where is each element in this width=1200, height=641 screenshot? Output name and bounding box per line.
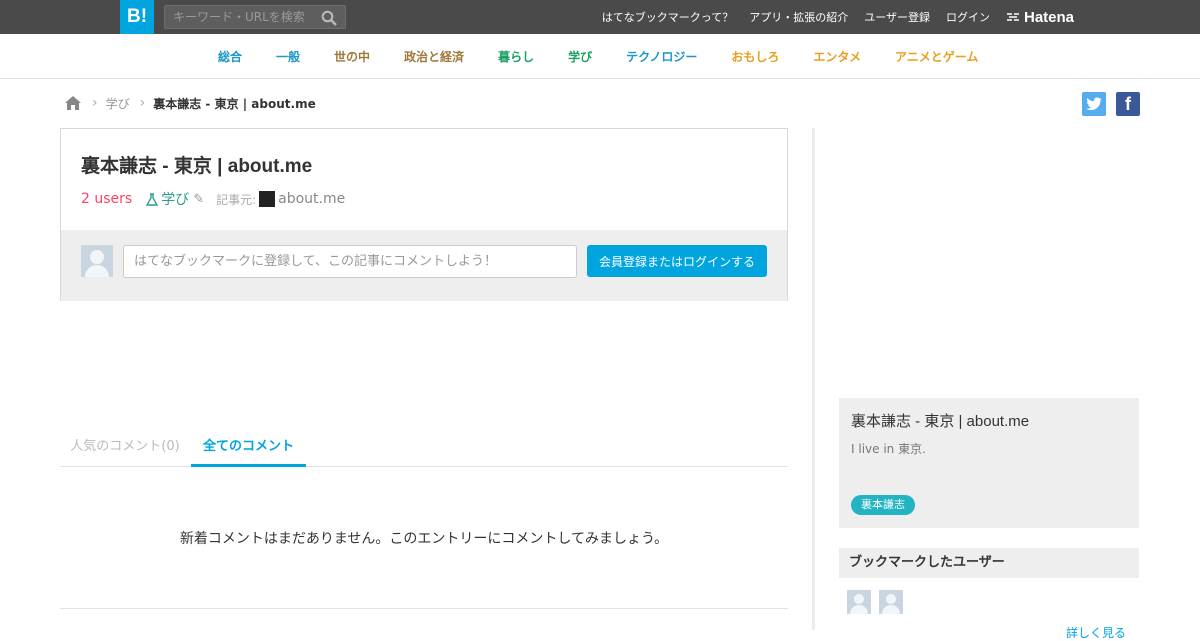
category-link[interactable]: 政治と経済: [404, 48, 464, 65]
category-link[interactable]: エンタメ: [813, 48, 861, 65]
top-bar: B! はてなブックマークって？ アプリ・拡張の紹介 ユーザー登録 ログイン Ha…: [0, 0, 1200, 34]
search-input[interactable]: [165, 6, 315, 28]
home-icon[interactable]: [64, 94, 82, 112]
flask-icon: [146, 192, 159, 206]
source-favicon: [259, 191, 276, 207]
category-nav: 総合 一般 世の中 政治と経済 暮らし 学び テクノロジー おもしろ エンタメ アニメとゲーム: [0, 34, 1200, 79]
comment-area: 会員登録またはログインする: [61, 230, 787, 301]
avatar: [81, 245, 113, 277]
no-comments-message: 新着コメントはまだありません。このエントリーにコメントしてみましょう。: [179, 531, 669, 547]
category-link[interactable]: テクノロジー: [626, 48, 697, 65]
login-link[interactable]: ログイン: [946, 9, 990, 25]
apps-link[interactable]: アプリ・拡張の紹介: [749, 9, 848, 25]
user-avatar[interactable]: [847, 590, 871, 614]
category-link[interactable]: 暮らし: [498, 48, 534, 65]
summary-title[interactable]: 裏本謙志 - 東京 | about.me: [851, 410, 1029, 431]
hatena-mark-icon: [1007, 13, 1019, 21]
about-link[interactable]: はてなブックマークって？: [602, 9, 733, 25]
keyword-tag[interactable]: 裏本謙志: [851, 495, 915, 515]
chevron-right-icon: ›: [92, 95, 98, 111]
chevron-right-icon: ›: [139, 95, 146, 111]
summary-description: I live in 東京.: [851, 442, 926, 456]
bookmarked-users-header: ブックマークしたユーザー: [839, 548, 1139, 578]
category-link[interactable]: 世の中: [334, 48, 370, 65]
top-links: はてなブックマークって？ アプリ・拡張の紹介 ユーザー登録 ログイン: [602, 0, 990, 34]
twitter-share-button[interactable]: [1082, 92, 1106, 116]
signup-link[interactable]: ユーザー登録: [864, 9, 930, 25]
tab-all-comments[interactable]: 全てのコメント: [191, 428, 306, 467]
search-box: [164, 5, 346, 29]
search-icon[interactable]: [321, 10, 337, 26]
source-link[interactable]: about.me: [278, 191, 345, 207]
category-link[interactable]: 学び: [568, 48, 592, 65]
bookmarked-users-list: [847, 590, 903, 614]
hatena-brand[interactable]: Hatena: [1006, 7, 1074, 27]
comment-input[interactable]: [123, 245, 577, 278]
entry-card: 裏本謙志 - 東京 | about.me 2 users 学び ✎ 記事元: a…: [60, 128, 788, 301]
category-link[interactable]: おもしろ: [731, 48, 779, 65]
user-avatar[interactable]: [879, 590, 903, 614]
entry-category[interactable]: 学び: [146, 189, 189, 209]
hatena-brand-text: Hatena: [1024, 8, 1075, 26]
bookmark-users-count[interactable]: 2 users: [81, 191, 132, 207]
see-more-link[interactable]: 詳しく見る: [1066, 624, 1126, 641]
signup-login-button[interactable]: 会員登録またはログインする: [587, 245, 767, 277]
category-link[interactable]: 一般: [276, 48, 300, 65]
facebook-share-button[interactable]: f: [1116, 92, 1140, 116]
divider: [60, 608, 788, 609]
entry-category-label: 学び: [161, 192, 190, 208]
edit-pencil-icon[interactable]: ✎: [193, 192, 204, 207]
entry-summary-card: 裏本謙志 - 東京 | about.me I live in 東京. 裏本謙志: [839, 398, 1139, 528]
breadcrumb-category[interactable]: 学び: [106, 95, 130, 112]
facebook-icon: f: [1125, 94, 1131, 114]
category-link[interactable]: アニメとゲーム: [895, 48, 978, 65]
breadcrumb-current: 裏本謙志 - 東京 | about.me: [153, 96, 316, 111]
source-label: 記事元:: [216, 192, 257, 207]
breadcrumb: › 学び › 裏本謙志 - 東京 | about.me: [64, 93, 316, 113]
category-link[interactable]: 総合: [218, 48, 242, 65]
comment-tabs: 人気のコメント(0) 全てのコメント: [60, 428, 788, 467]
hatena-bookmark-logo[interactable]: B!: [120, 0, 154, 34]
entry-title[interactable]: 裏本謙志 - 東京 | about.me: [81, 151, 312, 178]
twitter-icon: [1086, 97, 1102, 111]
entry-meta: 2 users 学び ✎ 記事元: about.me: [81, 189, 345, 209]
tab-popular-comments[interactable]: 人気のコメント(0): [60, 428, 190, 467]
column-divider: [812, 128, 815, 630]
